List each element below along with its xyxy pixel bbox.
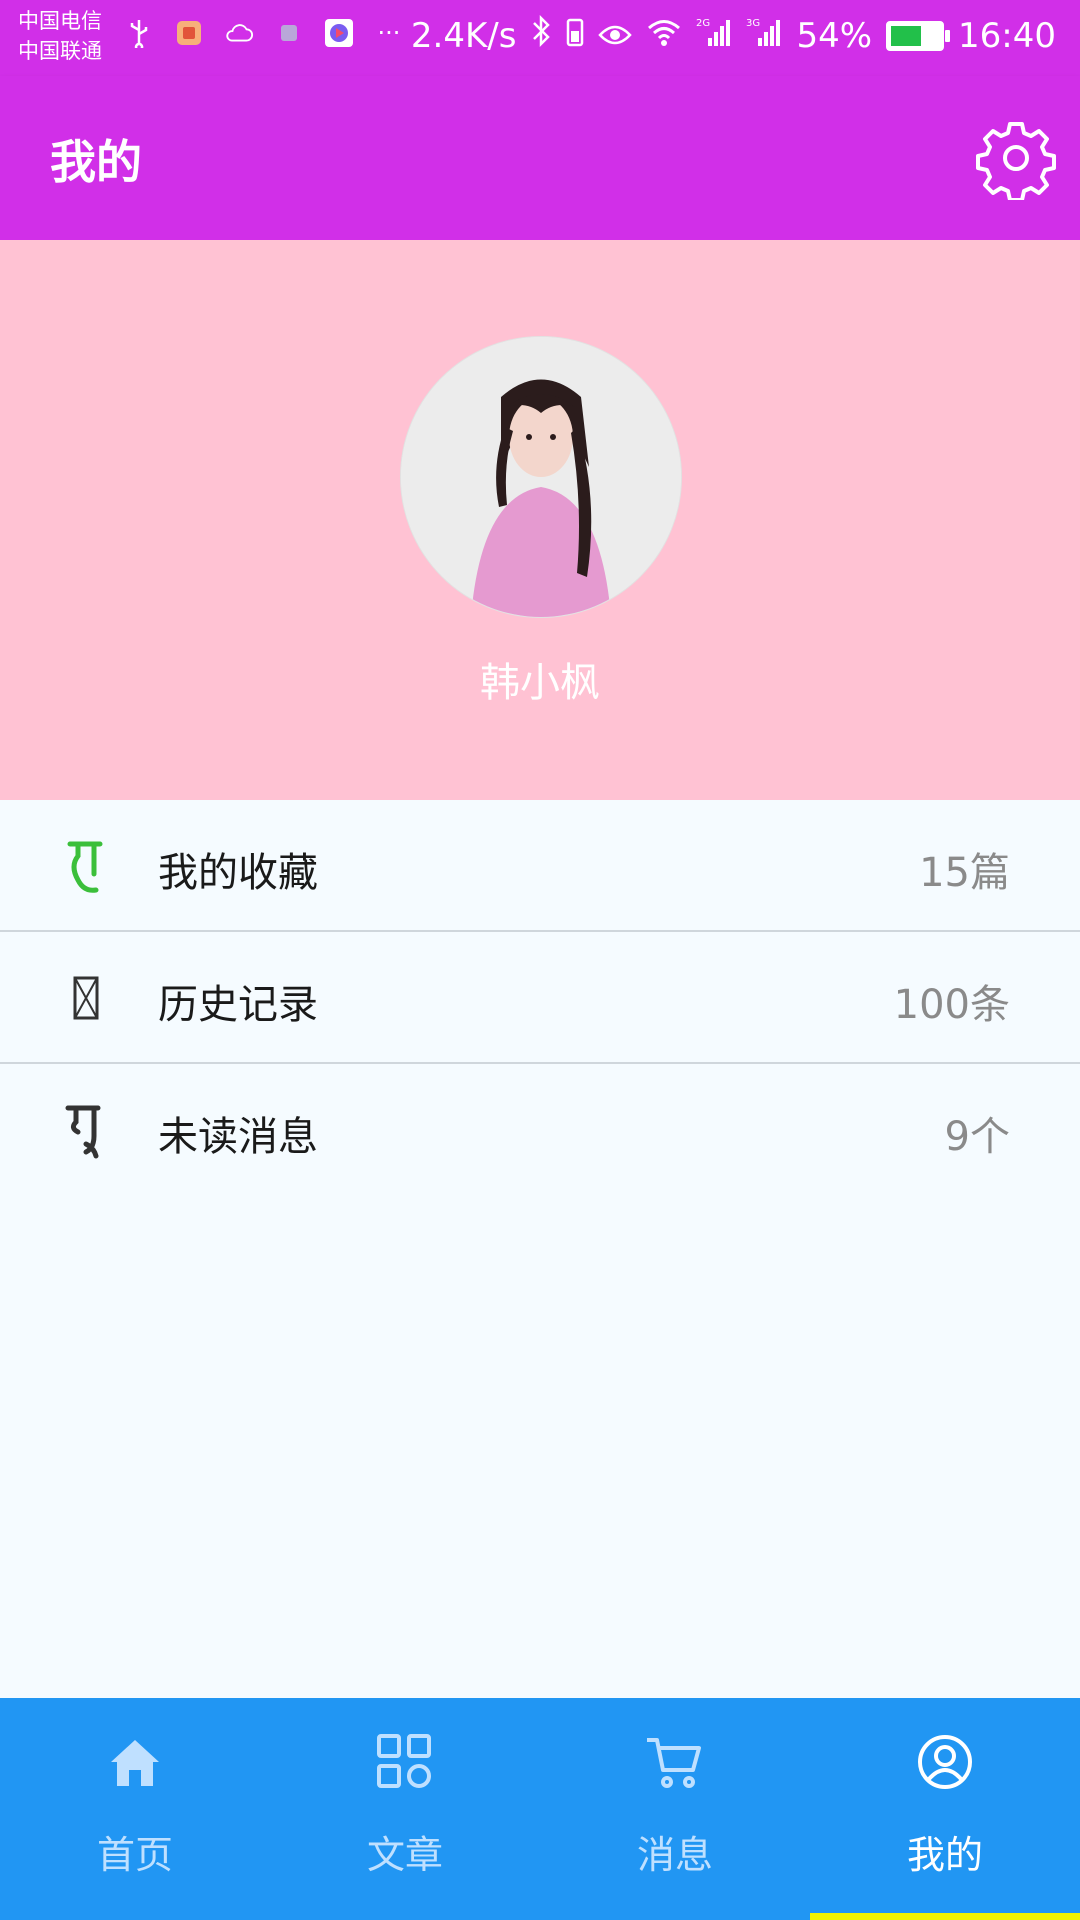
page-title: 我的: [50, 135, 142, 189]
status-bar: 中国电信 中国联通 ··· 2.4K/s 2G 3G 54% 16:40: [0, 0, 1080, 76]
carrier-2: 中国联通: [18, 39, 102, 63]
bottom-navigation: 首页 文章 消息 我的: [0, 1698, 1080, 1920]
home-icon: [111, 1740, 159, 1786]
usb-icon: [124, 18, 154, 48]
carrier-1: 中国电信: [18, 9, 102, 33]
network-speed: 2.4K/s: [410, 15, 517, 56]
history-icon: [58, 968, 114, 1028]
battery-percent: 54%: [796, 15, 873, 56]
menu-label: 我的收藏: [158, 850, 318, 896]
favorite-icon: [58, 836, 114, 896]
menu-value: 9个: [944, 1114, 1010, 1160]
active-tab-indicator: [810, 1913, 1080, 1920]
profile-header: 韩小枫: [0, 240, 1080, 800]
avatar-photo: [401, 337, 681, 617]
net-2g-label: 2G: [696, 18, 710, 29]
grid-icon: [377, 1734, 431, 1788]
eye-icon: [598, 16, 633, 56]
menu-item-messages[interactable]: 未读消息 9个: [0, 1064, 1080, 1194]
signal-3g-icon: 3G: [746, 16, 782, 56]
cart-icon: [647, 1738, 701, 1788]
carrier-info: 中国电信 中国联通: [18, 6, 102, 66]
message-icon: [58, 1100, 114, 1160]
wifi-icon: [646, 16, 682, 56]
menu-label: 历史记录: [158, 982, 318, 1028]
menu-item-history[interactable]: 历史记录 100条: [0, 932, 1080, 1064]
menu-item-favorites[interactable]: 我的收藏 15篇: [0, 800, 1080, 932]
notification-icons: ···: [124, 18, 404, 48]
app-notification-icon: [174, 18, 204, 48]
username: 韩小枫: [480, 660, 600, 706]
tab-label: 消息: [636, 1833, 713, 1877]
battery-icon: [886, 20, 951, 51]
net-3g-label: 3G: [746, 18, 760, 29]
bluetooth-icon: [530, 14, 552, 57]
tab-label: 我的: [906, 1833, 983, 1877]
status-right: 2.4K/s 2G 3G 54% 16:40: [411, 14, 1056, 57]
tab-profile[interactable]: 我的: [810, 1698, 1080, 1920]
settings-button[interactable]: [974, 116, 1058, 202]
clock: 16:40: [958, 15, 1056, 56]
cloud-icon: [224, 18, 254, 48]
gear-icon: [976, 122, 1056, 202]
tab-messages[interactable]: 消息: [540, 1698, 810, 1920]
menu-value: 100条: [893, 982, 1010, 1028]
menu-value: 15篇: [919, 850, 1010, 896]
tab-label: 文章: [366, 1833, 443, 1877]
image-notification-icon: [274, 18, 304, 48]
tab-label: 首页: [96, 1833, 173, 1877]
menu-list: 我的收藏 15篇 历史记录 100条 未读消息 9个: [0, 800, 1080, 1194]
video-app-icon: [324, 18, 354, 48]
menu-label: 未读消息: [158, 1114, 318, 1160]
tab-articles[interactable]: 文章: [270, 1698, 540, 1920]
phone-battery-icon: [566, 16, 584, 56]
more-notifications-icon: ···: [377, 19, 401, 47]
avatar[interactable]: [400, 336, 682, 618]
profile-icon: [918, 1735, 972, 1789]
app-bar: 我的: [0, 76, 1080, 240]
signal-2g-icon: 2G: [696, 16, 732, 56]
tab-home[interactable]: 首页: [0, 1698, 270, 1920]
